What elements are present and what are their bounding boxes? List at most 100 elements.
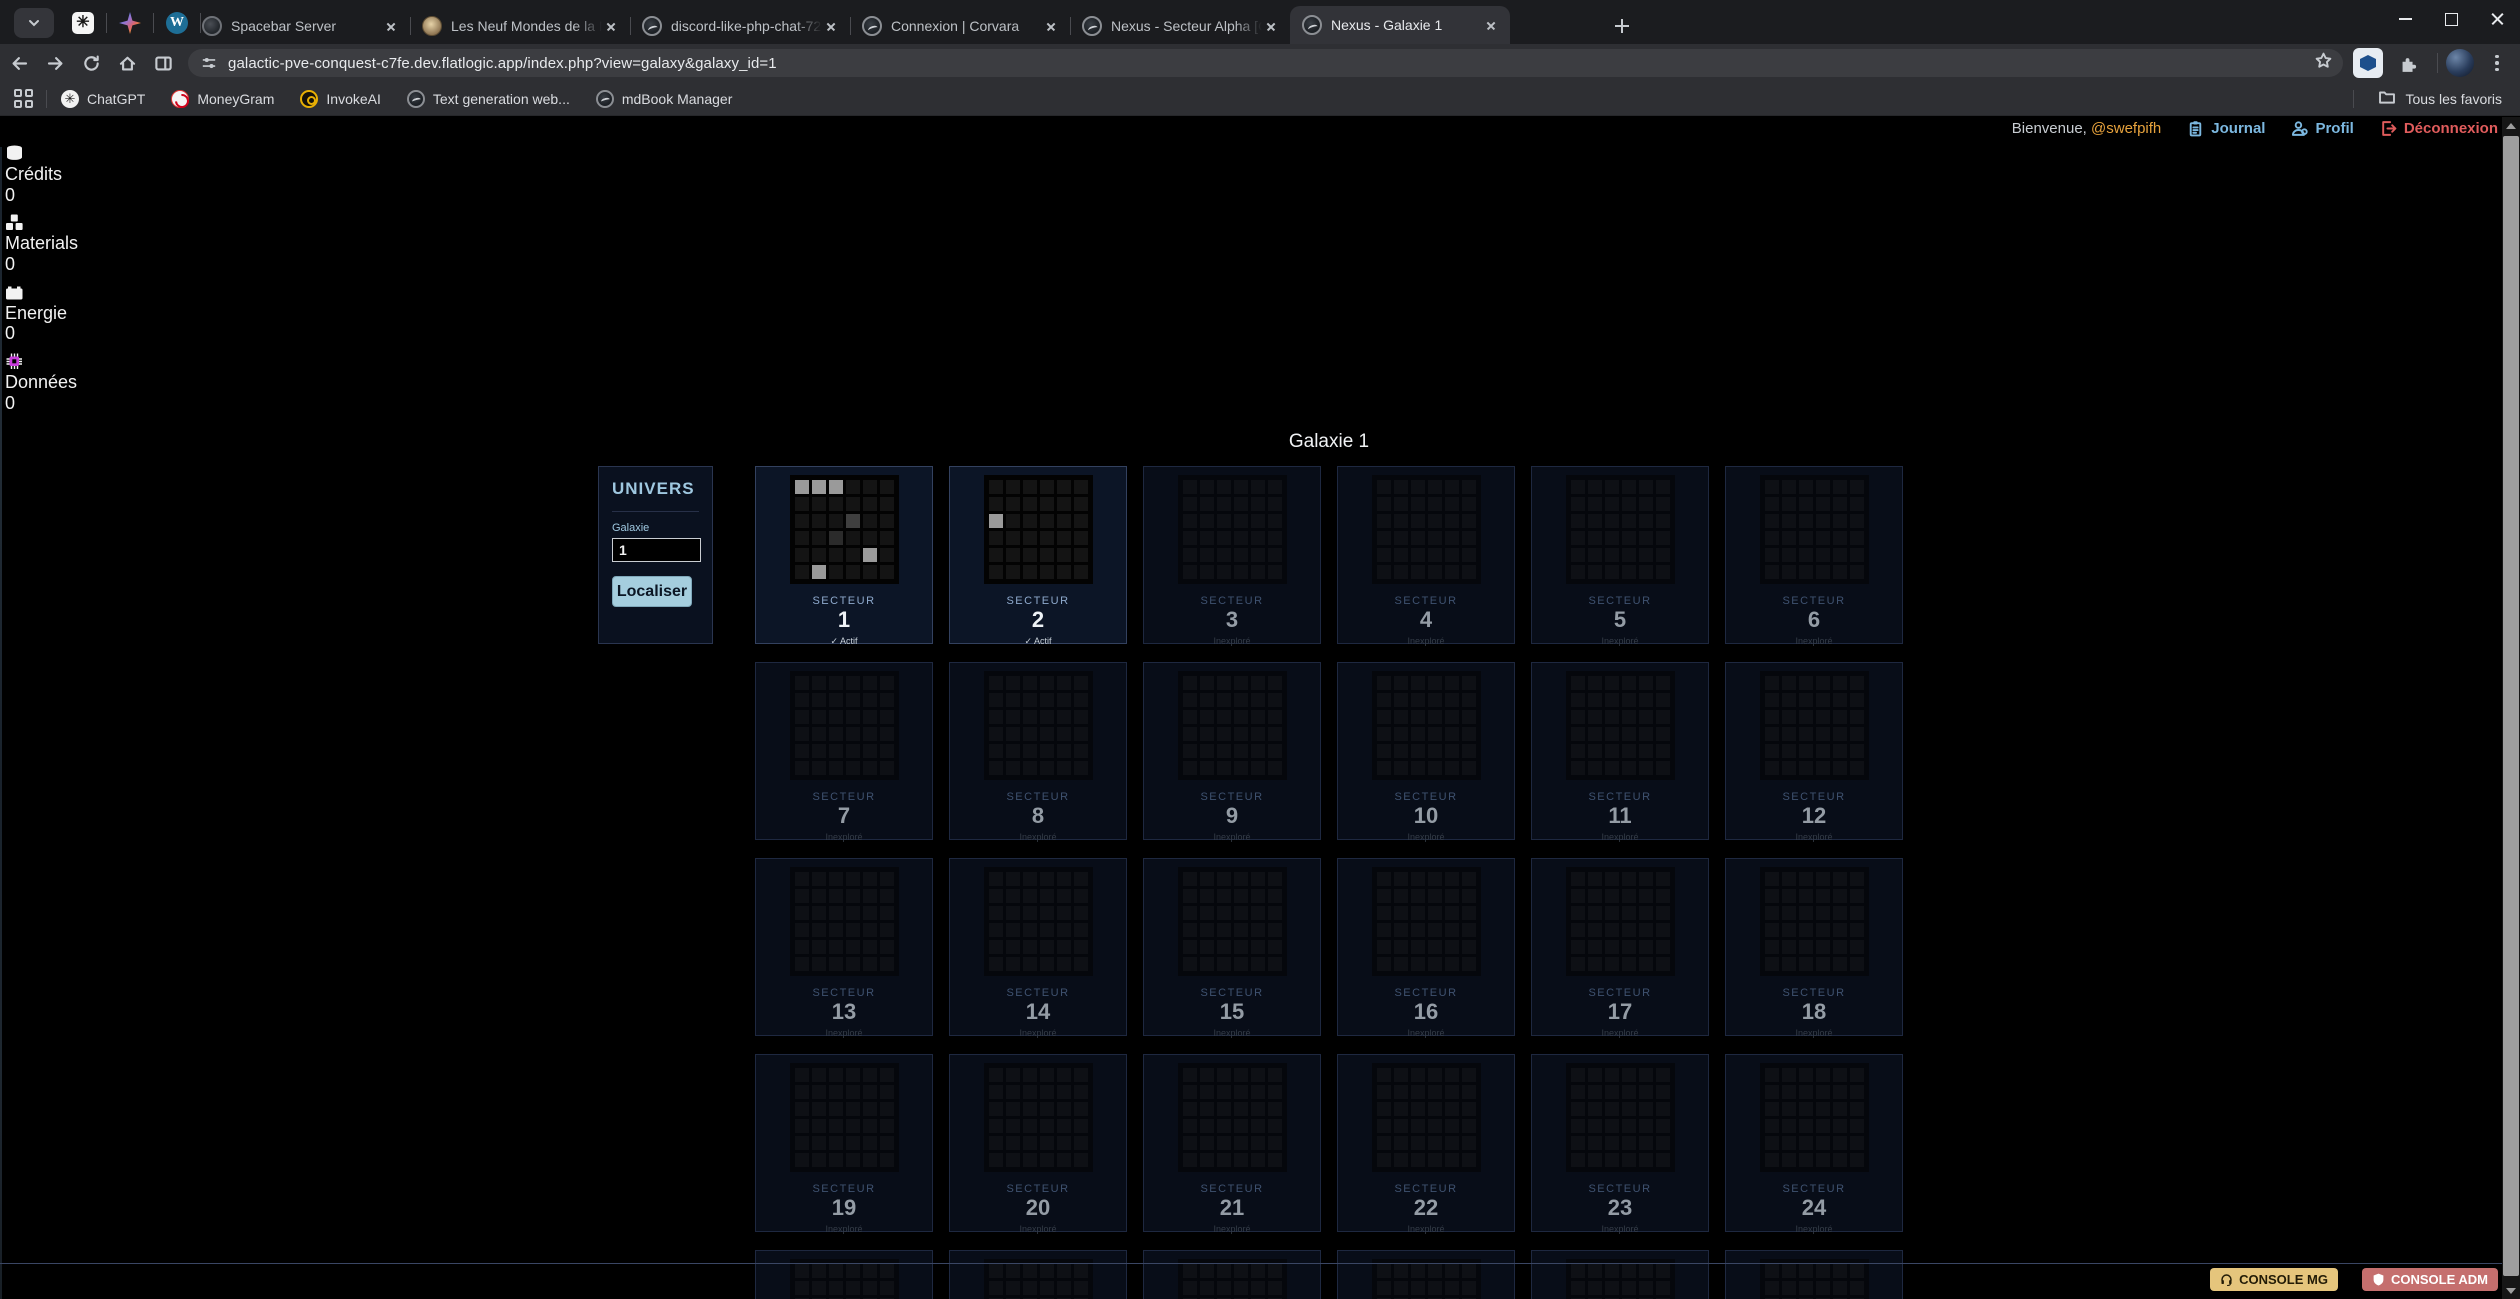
tab-close-button[interactable]	[382, 17, 400, 35]
page-scrollbar[interactable]	[2502, 117, 2520, 1299]
header-link-journal[interactable]: Journal	[2187, 120, 2265, 137]
sector-card[interactable]: SECTEUR9Inexploré	[1143, 662, 1321, 840]
minimize-button[interactable]	[2382, 0, 2428, 38]
sector-card[interactable]: SECTEUR6Inexploré	[1725, 466, 1903, 644]
close-window-button[interactable]	[2474, 0, 2520, 38]
sector-status-text: Inexploré	[1795, 832, 1832, 842]
tab-close-button[interactable]	[1262, 17, 1280, 35]
sector-card[interactable]: SECTEUR24Inexploré	[1725, 1054, 1903, 1232]
sector-label: SECTEUR	[1200, 595, 1263, 607]
sector-card[interactable]: SECTEUR18Inexploré	[1725, 858, 1903, 1036]
sector-card[interactable]: SECTEUR14Inexploré	[949, 858, 1127, 1036]
sector-tile	[1377, 1136, 1391, 1150]
side-panel-button[interactable]	[146, 46, 180, 80]
sector-status: Inexploré	[1019, 1224, 1056, 1234]
sector-card[interactable]: SECTEUR16Inexploré	[1337, 858, 1515, 1036]
bookmark-item[interactable]: Text generation web...	[407, 90, 570, 108]
sector-card[interactable]: SECTEUR13Inexploré	[755, 858, 933, 1036]
reload-button[interactable]	[74, 46, 108, 80]
sector-card[interactable]: SECTEUR15Inexploré	[1143, 858, 1321, 1036]
localiser-button[interactable]: Localiser	[612, 576, 692, 607]
sector-card[interactable]: SECTEUR4Inexploré	[1337, 466, 1515, 644]
sector-card[interactable]: SECTEUR1Actif	[755, 466, 933, 644]
sector-status: Inexploré	[1213, 636, 1250, 646]
url-text[interactable]: galactic-pve-conquest-c7fe.dev.flatlogic…	[228, 55, 2314, 72]
bookmark-star-icon[interactable]	[2314, 51, 2333, 75]
browser-tab[interactable]: Nexus - Secteur Alpha [G1]	[1070, 8, 1290, 44]
sector-card[interactable]: SECTEUR19Inexploré	[755, 1054, 933, 1232]
sector-card[interactable]: SECTEUR21Inexploré	[1143, 1054, 1321, 1232]
sector-card[interactable]: SECTEUR10Inexploré	[1337, 662, 1515, 840]
sector-tile	[1445, 744, 1459, 758]
sector-card[interactable]: SECTEUR22Inexploré	[1337, 1054, 1515, 1232]
pinned-tab-wordpress[interactable]	[160, 6, 194, 40]
back-button[interactable]	[2, 46, 36, 80]
sector-number: 8	[1032, 803, 1044, 829]
browser-tab[interactable]: Spacebar Server	[190, 8, 410, 44]
apps-grid-icon[interactable]	[14, 89, 34, 109]
browser-tab[interactable]: discord-like-php-chat-7262.de	[630, 8, 850, 44]
tab-search-button[interactable]	[14, 8, 54, 38]
pinned-extension-icon[interactable]	[2353, 48, 2383, 78]
galaxie-input[interactable]	[612, 538, 701, 562]
scrollbar-thumb[interactable]	[2503, 136, 2519, 1276]
forward-button[interactable]	[38, 46, 72, 80]
sector-card[interactable]: SECTEUR20Inexploré	[949, 1054, 1127, 1232]
tab-close-button[interactable]	[1042, 17, 1060, 35]
console-button-label: CONSOLE MG	[2239, 1272, 2328, 1287]
sector-tile	[1057, 923, 1071, 937]
header-link-profil[interactable]: Profil	[2291, 120, 2353, 137]
sector-card[interactable]: SECTEUR12Inexploré	[1725, 662, 1903, 840]
tab-close-button[interactable]	[602, 17, 620, 35]
bookmark-item[interactable]: MoneyGram	[171, 90, 274, 108]
site-settings-icon[interactable]	[200, 54, 218, 72]
console-adm-button[interactable]: CONSOLE ADM	[2362, 1268, 2498, 1291]
sector-tile	[1377, 548, 1391, 562]
console-mg-button[interactable]: CONSOLE MG	[2210, 1268, 2338, 1291]
browser-tab[interactable]: Connexion | Corvara	[850, 8, 1070, 44]
tab-close-button[interactable]	[1482, 16, 1500, 34]
sector-tile	[1251, 676, 1265, 690]
profile-avatar[interactable]	[2446, 49, 2474, 77]
browser-menu-button[interactable]	[2484, 46, 2510, 80]
sector-card[interactable]: SECTEUR17Inexploré	[1531, 858, 1709, 1036]
sector-tile	[829, 531, 843, 545]
bookmark-item[interactable]: ChatGPT	[61, 90, 145, 108]
maximize-button[interactable]	[2428, 0, 2474, 38]
header-link-déconnexion[interactable]: Déconnexion	[2380, 120, 2498, 137]
sector-tile	[1850, 727, 1864, 741]
scroll-up-arrow[interactable]	[2502, 117, 2520, 134]
address-bar[interactable]: galactic-pve-conquest-c7fe.dev.flatlogic…	[188, 49, 2343, 77]
tab-close-button[interactable]	[822, 17, 840, 35]
new-tab-button[interactable]	[1608, 12, 1636, 40]
all-bookmarks-label[interactable]: Tous les favoris	[2406, 91, 2502, 107]
bookmark-item[interactable]: InvokeAI	[300, 90, 380, 108]
sector-card[interactable]: SECTEUR23Inexploré	[1531, 1054, 1709, 1232]
sector-card[interactable]: SECTEUR3Inexploré	[1143, 466, 1321, 644]
sector-card[interactable]: SECTEUR8Inexploré	[949, 662, 1127, 840]
sector-tile	[1217, 957, 1231, 971]
sector-card[interactable]: SECTEUR7Inexploré	[755, 662, 933, 840]
all-bookmarks[interactable]: Tous les favoris	[2353, 88, 2502, 109]
extensions-button[interactable]	[2391, 46, 2425, 80]
sector-tile	[1023, 872, 1037, 886]
sector-tile	[1074, 727, 1088, 741]
scroll-down-arrow[interactable]	[2502, 1282, 2520, 1299]
sector-tile	[1251, 1068, 1265, 1082]
browser-tab[interactable]: Les Neuf Mondes de la Mythol	[410, 8, 630, 44]
pinned-tab-gemini[interactable]	[113, 6, 147, 40]
sector-card[interactable]: SECTEUR5Inexploré	[1531, 466, 1709, 644]
sector-tile	[1023, 889, 1037, 903]
sector-tile	[1394, 1068, 1408, 1082]
sector-card[interactable]: SECTEUR2Actif	[949, 466, 1127, 644]
sector-tile	[989, 497, 1003, 511]
browser-tab[interactable]: Nexus - Galaxie 1	[1290, 6, 1510, 44]
sector-tile	[1571, 1068, 1585, 1082]
pinned-tab-chatgpt[interactable]	[66, 6, 100, 40]
sector-tile	[1850, 693, 1864, 707]
home-button[interactable]	[110, 46, 144, 80]
bookmark-item[interactable]: mdBook Manager	[596, 90, 733, 108]
sector-tile	[1074, 744, 1088, 758]
sector-tile	[1377, 531, 1391, 545]
sector-card[interactable]: SECTEUR11Inexploré	[1531, 662, 1709, 840]
